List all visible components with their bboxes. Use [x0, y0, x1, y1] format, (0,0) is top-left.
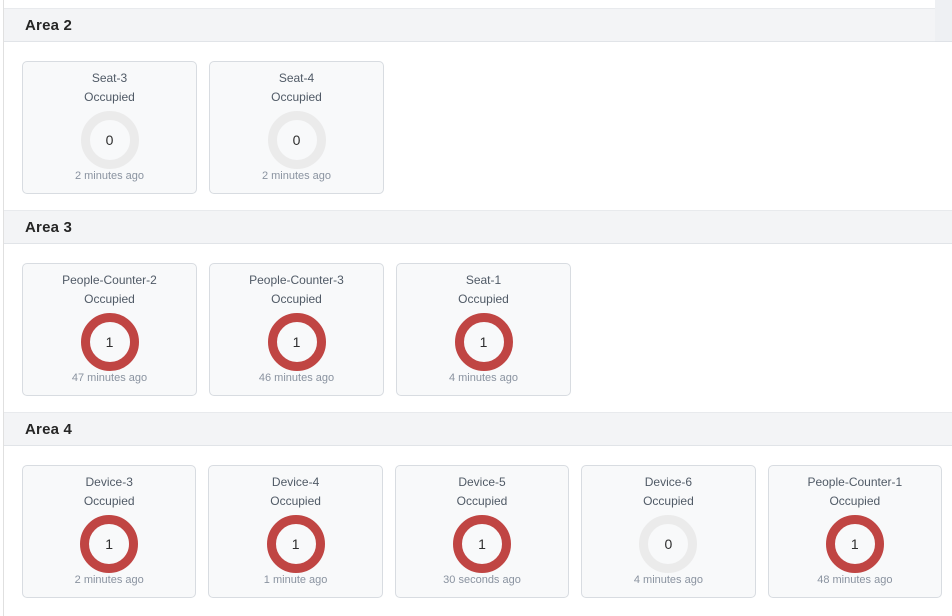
card-row: Device-3 Occupied 1 2 minutes ago Device…: [4, 446, 952, 614]
occupancy-value: 1: [105, 536, 113, 552]
area-section: Area 4 Device-3 Occupied 1 2 minutes ago…: [4, 412, 952, 614]
last-update-time: 4 minutes ago: [634, 574, 703, 586]
dashboard-page: Area 2 Seat-3 Occupied 0 2 minutes ago S…: [3, 0, 952, 616]
state-label: Occupied: [84, 495, 135, 509]
state-label: Occupied: [270, 495, 321, 509]
state-label: Occupied: [84, 293, 135, 307]
device-name: Device-3: [86, 476, 133, 490]
device-name: Seat-4: [279, 72, 314, 86]
last-update-time: 48 minutes ago: [817, 574, 892, 586]
last-update-time: 30 seconds ago: [443, 574, 521, 586]
state-label: Occupied: [829, 495, 880, 509]
area-section: Area 2 Seat-3 Occupied 0 2 minutes ago S…: [4, 8, 952, 210]
occupancy-value: 1: [106, 334, 114, 350]
occupancy-ring: 1: [455, 313, 513, 371]
last-update-time: 1 minute ago: [264, 574, 328, 586]
occupancy-value: 0: [106, 132, 114, 148]
card-row: People-Counter-2 Occupied 1 47 minutes a…: [4, 244, 952, 412]
device-name: Seat-1: [466, 274, 501, 288]
occupancy-ring: 0: [639, 515, 697, 573]
device-card[interactable]: Device-6 Occupied 0 4 minutes ago: [581, 465, 755, 598]
device-card[interactable]: Seat-4 Occupied 0 2 minutes ago: [209, 61, 384, 194]
occupancy-value: 0: [665, 536, 673, 552]
occupancy-value: 1: [851, 536, 859, 552]
area-title: Area 2: [25, 17, 72, 34]
device-card[interactable]: People-Counter-3 Occupied 1 46 minutes a…: [209, 263, 384, 396]
area-header: Area 4: [4, 412, 952, 446]
device-card[interactable]: Device-3 Occupied 1 2 minutes ago: [22, 465, 196, 598]
device-card[interactable]: People-Counter-1 Occupied 1 48 minutes a…: [768, 465, 942, 598]
device-name: Seat-3: [92, 72, 127, 86]
area-header: Area 3: [4, 210, 952, 244]
device-card[interactable]: Device-4 Occupied 1 1 minute ago: [208, 465, 382, 598]
occupancy-value: 1: [478, 536, 486, 552]
state-label: Occupied: [271, 91, 322, 105]
last-update-time: 2 minutes ago: [262, 170, 331, 182]
device-name: People-Counter-3: [249, 274, 344, 288]
area-title: Area 4: [25, 421, 72, 438]
last-update-time: 2 minutes ago: [75, 574, 144, 586]
occupancy-ring: 1: [826, 515, 884, 573]
occupancy-ring: 1: [267, 515, 325, 573]
last-update-time: 2 minutes ago: [75, 170, 144, 182]
state-label: Occupied: [457, 495, 508, 509]
last-update-time: 4 minutes ago: [449, 372, 518, 384]
device-card[interactable]: Seat-3 Occupied 0 2 minutes ago: [22, 61, 197, 194]
areas-container: Area 2 Seat-3 Occupied 0 2 minutes ago S…: [4, 0, 952, 614]
device-name: Device-6: [645, 476, 692, 490]
occupancy-ring: 1: [81, 313, 139, 371]
scrollbar-thumb[interactable]: [935, 0, 952, 42]
device-name: Device-4: [272, 476, 319, 490]
area-header: Area 2: [4, 8, 952, 42]
area-section: Area 3 People-Counter-2 Occupied 1 47 mi…: [4, 210, 952, 412]
last-update-time: 47 minutes ago: [72, 372, 147, 384]
occupancy-ring: 1: [80, 515, 138, 573]
occupancy-ring: 0: [81, 111, 139, 169]
state-label: Occupied: [84, 91, 135, 105]
device-card[interactable]: People-Counter-2 Occupied 1 47 minutes a…: [22, 263, 197, 396]
device-name: People-Counter-1: [807, 476, 902, 490]
last-update-time: 46 minutes ago: [259, 372, 334, 384]
state-label: Occupied: [271, 293, 322, 307]
occupancy-ring: 1: [268, 313, 326, 371]
occupancy-ring: 0: [268, 111, 326, 169]
occupancy-value: 1: [480, 334, 488, 350]
device-card[interactable]: Seat-1 Occupied 1 4 minutes ago: [396, 263, 571, 396]
occupancy-value: 1: [292, 536, 300, 552]
device-card[interactable]: Device-5 Occupied 1 30 seconds ago: [395, 465, 569, 598]
card-row: Seat-3 Occupied 0 2 minutes ago Seat-4 O…: [4, 42, 952, 210]
device-name: People-Counter-2: [62, 274, 157, 288]
occupancy-value: 0: [293, 132, 301, 148]
state-label: Occupied: [458, 293, 509, 307]
device-name: Device-5: [458, 476, 505, 490]
area-title: Area 3: [25, 219, 72, 236]
state-label: Occupied: [643, 495, 694, 509]
occupancy-value: 1: [293, 334, 301, 350]
occupancy-ring: 1: [453, 515, 511, 573]
